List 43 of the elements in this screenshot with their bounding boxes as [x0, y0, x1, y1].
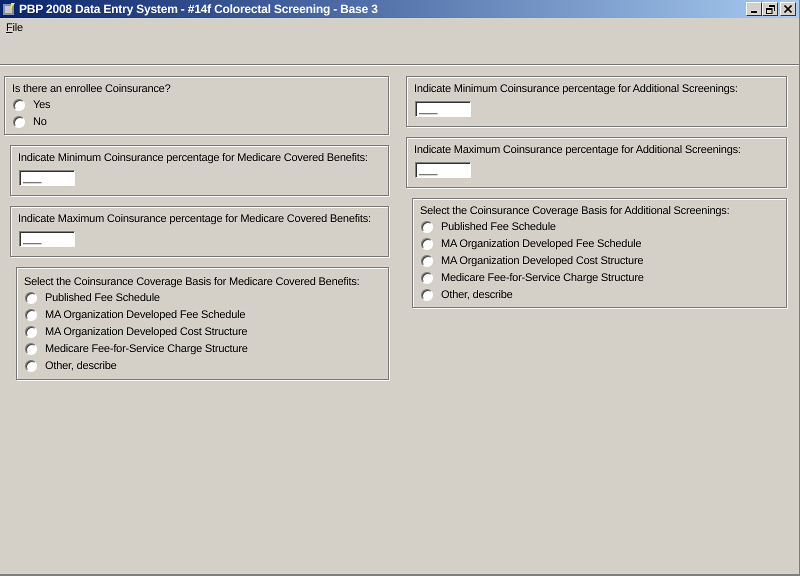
radio-button[interactable]	[13, 116, 25, 128]
option-label: Yes	[33, 98, 50, 110]
question-label: Is there an enrollee Coinsurance?	[12, 83, 172, 95]
minimize-button[interactable]	[746, 2, 762, 16]
window-title: PBP 2008 Data Entry System - #14f Colorectal Screening - Base 3	[19, 2, 379, 16]
percentage-field[interactable]: ___	[415, 101, 471, 117]
option-label: Published Fee Schedule	[45, 292, 160, 304]
radio-button[interactable]	[421, 238, 433, 250]
radio-button[interactable]	[25, 342, 37, 354]
question-label: Indicate Maximum Coinsurance percentage for Medicare Covered Benefits:	[18, 213, 372, 225]
restore-icon	[766, 4, 774, 14]
option-label: Medicare Fee-for-Service Charge Structure	[441, 272, 644, 284]
question-label: Select the Coinsurance Coverage Basis for Medicare Covered Benefits:	[24, 276, 361, 288]
radio-button[interactable]	[13, 98, 25, 110]
question-label: Indicate Maximum Coinsurance percentage for Additional Screenings:	[414, 144, 742, 156]
option-label: Published Fee Schedule	[441, 220, 556, 232]
radio-button[interactable]	[421, 220, 433, 232]
percentage-field[interactable]: ___	[19, 231, 75, 247]
percentage-field[interactable]: ___	[415, 162, 471, 178]
radio-button[interactable]	[25, 326, 37, 338]
option-label: MA Organization Developed Fee Schedule	[441, 238, 642, 250]
question-label: Indicate Minimum Coinsurance percentage for Additional Screenings:	[414, 83, 739, 95]
option-label: Other, describe	[45, 360, 117, 372]
option-label: Medicare Fee-for-Service Charge Structure	[45, 342, 248, 354]
option-label: MA Organization Developed Cost Structure	[441, 254, 644, 266]
question-label: Select the Coinsurance Coverage Basis for Additional Screenings:	[420, 205, 730, 217]
restore-button[interactable]	[762, 2, 778, 16]
radio-button[interactable]	[25, 308, 37, 320]
radio-button[interactable]	[25, 360, 37, 372]
option-label: MA Organization Developed Cost Structure	[45, 326, 248, 338]
close-button[interactable]	[780, 2, 796, 16]
close-icon	[784, 5, 792, 13]
question-label: Indicate Minimum Coinsurance percentage for Medicare Covered Benefits:	[18, 152, 369, 164]
radio-button[interactable]	[421, 288, 433, 300]
menu-item[interactable]: File	[6, 22, 23, 34]
app-icon	[2, 2, 16, 16]
option-label: Other, describe	[441, 288, 513, 300]
radio-button[interactable]	[25, 292, 37, 304]
radio-button[interactable]	[421, 272, 433, 284]
option-label: No	[33, 116, 47, 128]
radio-button[interactable]	[421, 254, 433, 266]
percentage-field[interactable]: ___	[19, 170, 75, 186]
option-label: MA Organization Developed Fee Schedule	[45, 308, 246, 320]
